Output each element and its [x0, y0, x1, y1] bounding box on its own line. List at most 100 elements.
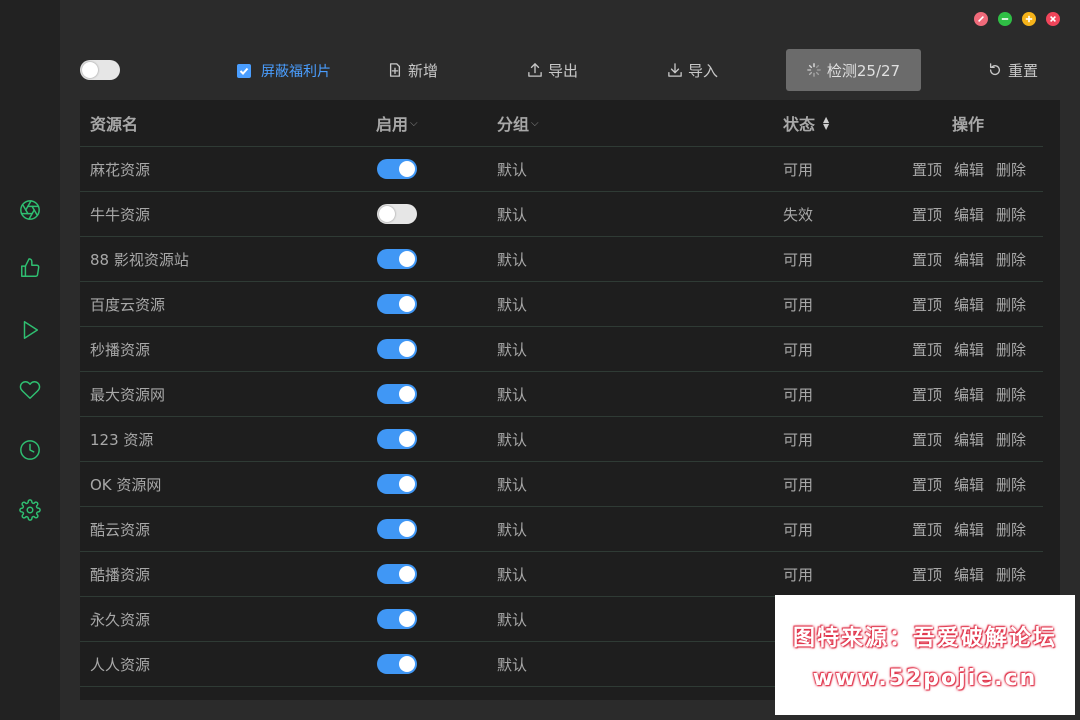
filter-adult-checkbox[interactable]: 屏蔽福利片 [237, 61, 331, 81]
row-status: 可用 [783, 565, 814, 584]
heart-icon[interactable] [18, 378, 42, 402]
pin-top-button[interactable]: 置顶 [912, 249, 942, 270]
toggle-knob [399, 566, 415, 582]
delete-button[interactable]: 删除 [996, 519, 1026, 540]
edit-button[interactable]: 编辑 [954, 294, 984, 315]
enable-toggle[interactable] [377, 159, 417, 179]
row-group: 默认 [497, 250, 528, 269]
table-row: 百度云资源 默认 可用 置顶 编辑 删除 [80, 282, 1043, 327]
header-enabled[interactable]: 启用 ⌵ [376, 100, 418, 146]
row-group: 默认 [497, 520, 528, 539]
aperture-icon[interactable] [18, 198, 42, 222]
edit-button[interactable]: 编辑 [954, 384, 984, 405]
row-status: 失效 [783, 205, 814, 224]
master-toggle[interactable] [80, 60, 120, 80]
toggle-knob [399, 656, 415, 672]
edit-button[interactable]: 编辑 [954, 159, 984, 180]
toggle-knob [399, 161, 415, 177]
row-group: 默认 [497, 655, 528, 674]
enable-toggle[interactable] [377, 519, 417, 539]
table-row: 麻花资源 默认 可用 置顶 编辑 删除 [80, 147, 1043, 192]
header-group[interactable]: 分组 ⌵ [497, 100, 539, 146]
minimize-icon[interactable] [998, 12, 1012, 26]
enable-toggle[interactable] [377, 429, 417, 449]
enable-toggle[interactable] [377, 609, 417, 629]
pin-top-button[interactable]: 置顶 [912, 294, 942, 315]
delete-button[interactable]: 删除 [996, 159, 1026, 180]
window-controls [974, 12, 1060, 26]
row-status: 可用 [783, 250, 814, 269]
row-group: 默认 [497, 610, 528, 629]
edit-button[interactable]: 编辑 [954, 204, 984, 225]
pin-top-button[interactable]: 置顶 [912, 519, 942, 540]
enable-toggle[interactable] [377, 204, 417, 224]
pin-top-button[interactable]: 置顶 [912, 159, 942, 180]
pin-icon[interactable] [974, 12, 988, 26]
pin-top-button[interactable]: 置顶 [912, 204, 942, 225]
export-button[interactable]: 导出 [528, 48, 578, 92]
play-icon[interactable] [18, 318, 42, 342]
delete-button[interactable]: 删除 [996, 429, 1026, 450]
enable-toggle[interactable] [377, 654, 417, 674]
table-row: 123 资源 默认 可用 置顶 编辑 删除 [80, 417, 1043, 462]
row-name: OK 资源网 [90, 475, 162, 494]
add-button[interactable]: 新增 [388, 48, 438, 92]
row-status: 可用 [783, 295, 814, 314]
pin-top-button[interactable]: 置顶 [912, 564, 942, 585]
reset-label: 重置 [1008, 61, 1039, 80]
edit-button[interactable]: 编辑 [954, 474, 984, 495]
row-name: 人人资源 [90, 655, 151, 674]
edit-button[interactable]: 编辑 [954, 429, 984, 450]
toggle-knob [399, 296, 415, 312]
enable-toggle[interactable] [377, 474, 417, 494]
edit-button[interactable]: 编辑 [954, 564, 984, 585]
delete-button[interactable]: 删除 [996, 249, 1026, 270]
row-actions: 置顶编辑删除 [912, 417, 1026, 461]
table-row: 酷播资源 默认 可用 置顶 编辑 删除 [80, 552, 1043, 597]
upload-icon [528, 63, 542, 77]
reset-button[interactable]: 重置 [988, 48, 1038, 92]
delete-button[interactable]: 删除 [996, 564, 1026, 585]
pin-top-button[interactable]: 置顶 [912, 384, 942, 405]
toggle-knob [399, 341, 415, 357]
table-row: OK 资源网 默认 可用 置顶 编辑 删除 [80, 462, 1043, 507]
delete-button[interactable]: 删除 [996, 474, 1026, 495]
toggle-knob [399, 386, 415, 402]
thumbs-up-icon[interactable] [18, 256, 42, 280]
row-actions: 置顶编辑删除 [912, 282, 1026, 326]
chevron-down-icon: ⌵ [410, 117, 418, 129]
header-name: 资源名 [90, 115, 139, 134]
edit-button[interactable]: 编辑 [954, 519, 984, 540]
clock-icon[interactable] [18, 438, 42, 462]
header-status[interactable]: 状态 ▲ ▼ [783, 100, 829, 146]
table-row: 秒播资源 默认 可用 置顶 编辑 删除 [80, 327, 1043, 372]
row-group: 默认 [497, 295, 528, 314]
pin-top-button[interactable]: 置顶 [912, 429, 942, 450]
pin-top-button[interactable]: 置顶 [912, 339, 942, 360]
delete-button[interactable]: 删除 [996, 384, 1026, 405]
gear-icon[interactable] [18, 498, 42, 522]
enable-toggle[interactable] [377, 294, 417, 314]
close-icon[interactable] [1046, 12, 1060, 26]
enable-toggle[interactable] [377, 384, 417, 404]
row-actions: 置顶编辑删除 [912, 552, 1026, 596]
enable-toggle[interactable] [377, 249, 417, 269]
maximize-icon[interactable] [1022, 12, 1036, 26]
enable-toggle[interactable] [377, 339, 417, 359]
delete-button[interactable]: 删除 [996, 204, 1026, 225]
edit-button[interactable]: 编辑 [954, 249, 984, 270]
pin-top-button[interactable]: 置顶 [912, 474, 942, 495]
enable-toggle[interactable] [377, 564, 417, 584]
watermark-line2: www.52pojie.cn [812, 665, 1038, 691]
toggle-knob [379, 206, 395, 222]
watermark-line1: 图特来源：吾爱破解论坛 [792, 625, 1057, 651]
row-name: 123 资源 [90, 430, 154, 449]
edit-button[interactable]: 编辑 [954, 339, 984, 360]
check-button[interactable]: 检测25/27 [786, 49, 921, 91]
row-group: 默认 [497, 205, 528, 224]
import-button[interactable]: 导入 [668, 48, 718, 92]
delete-button[interactable]: 删除 [996, 294, 1026, 315]
delete-button[interactable]: 删除 [996, 339, 1026, 360]
add-label: 新增 [408, 61, 439, 80]
row-name: 麻花资源 [90, 160, 151, 179]
